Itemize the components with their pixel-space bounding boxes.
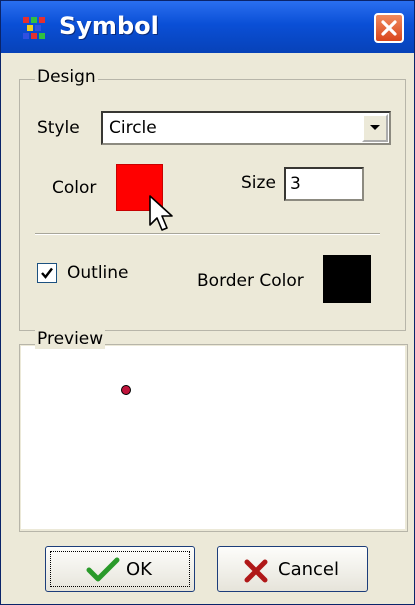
border-color-swatch[interactable]	[323, 255, 371, 303]
colored-dots-icon	[23, 17, 45, 39]
design-group-label: Design	[35, 67, 98, 87]
size-input[interactable]	[284, 167, 364, 201]
divider	[35, 233, 380, 235]
mouse-pointer-icon	[149, 195, 173, 231]
x-mark-icon	[244, 559, 268, 583]
symbol-dialog: Symbol Design Style Circle Color Size Ou…	[0, 0, 415, 605]
focus-rect	[50, 551, 190, 587]
window-title: Symbol	[59, 12, 159, 40]
size-label: Size	[241, 173, 276, 193]
preview-symbol	[121, 385, 131, 395]
cancel-button[interactable]: Cancel	[217, 546, 368, 592]
close-icon	[381, 20, 397, 36]
checkmark-icon	[41, 267, 53, 279]
ok-button-label: OK	[126, 559, 152, 580]
style-dropdown-button[interactable]	[362, 114, 388, 142]
chevron-down-icon	[370, 125, 380, 130]
outline-checkbox[interactable]	[37, 263, 57, 283]
close-button[interactable]	[374, 13, 404, 43]
style-select-value: Circle	[109, 118, 157, 138]
style-label: Style	[37, 118, 80, 138]
title-bar[interactable]: Symbol	[1, 1, 414, 53]
border-color-label: Border Color	[197, 271, 304, 291]
cancel-button-label: Cancel	[278, 559, 339, 580]
preview-canvas	[21, 346, 405, 529]
style-select[interactable]: Circle	[101, 111, 391, 145]
preview-group-label: Preview	[35, 329, 106, 349]
color-label: Color	[52, 178, 97, 198]
checkmark-icon	[86, 557, 120, 582]
ok-button[interactable]: OK	[45, 546, 195, 592]
outline-label: Outline	[67, 263, 129, 283]
